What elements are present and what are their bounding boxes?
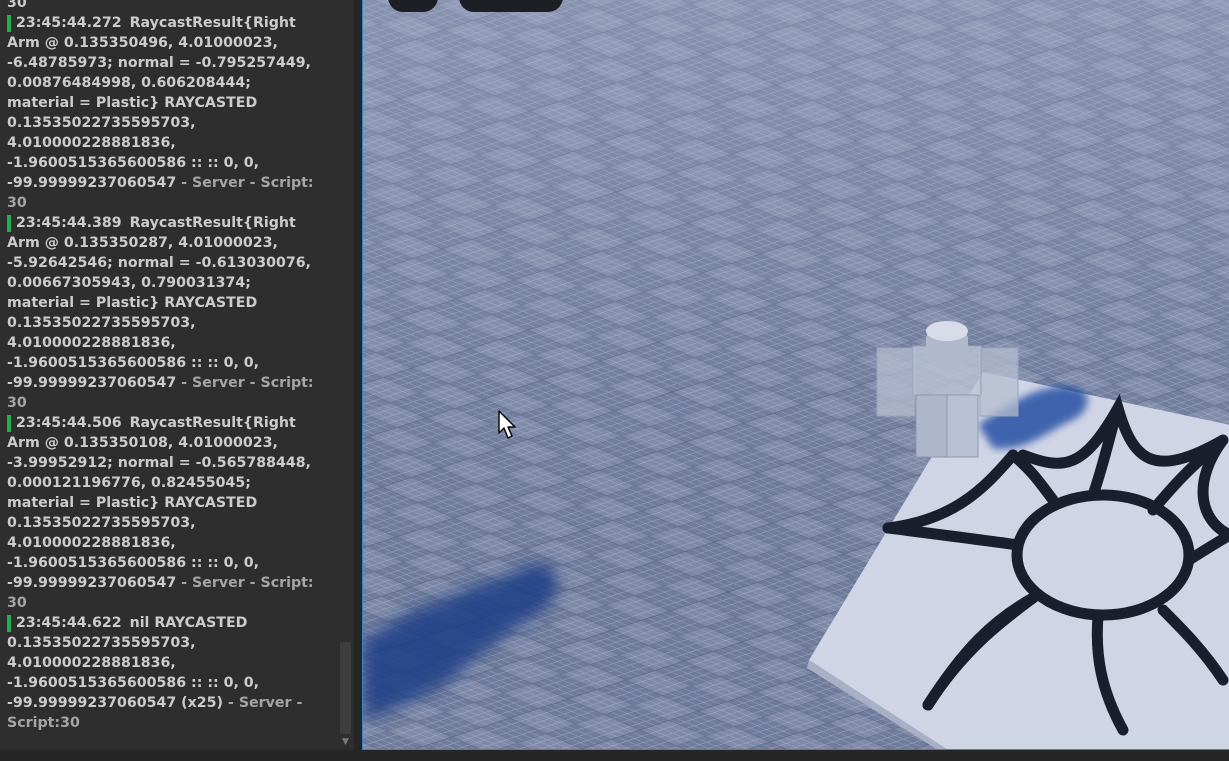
message-type-bar	[7, 415, 11, 432]
status-strip	[0, 750, 1229, 761]
panel-splitter[interactable]	[354, 0, 362, 761]
viewport-toolbar-group[interactable]	[459, 0, 563, 12]
message-source-line: 30	[7, 0, 27, 11]
message-line: 4.010000228881836,	[7, 655, 176, 671]
message-line: 23:45:44.506 RaycastResult{Right	[7, 413, 337, 433]
output-message[interactable]: 23:45:44.272 RaycastResult{Right Arm @ 0.1…	[7, 13, 337, 213]
message-line: 0.00667305943, 0.790031374;	[7, 275, 251, 291]
message-text: RaycastResult{Right	[129, 15, 296, 31]
message-line: -1.9600515365600586 :: :: 0, 0,	[7, 155, 260, 171]
3d-viewport[interactable]	[362, 0, 1229, 750]
message-source[interactable]: Server - Script:	[192, 175, 314, 191]
message-timestamp: 23:45:44.272	[16, 15, 122, 31]
message-separator: -	[176, 575, 193, 591]
message-text: -99.99999237060547	[7, 175, 177, 191]
message-separator: -	[176, 175, 193, 191]
scrollbar-thumb[interactable]	[340, 642, 351, 734]
output-message[interactable]: 23:45:44.506 RaycastResult{Right Arm @ 0.1…	[7, 413, 337, 613]
message-line: 23:45:44.622 nil RAYCASTED	[7, 613, 337, 633]
message-source[interactable]: Server -	[239, 695, 303, 711]
message-line: -3.99952912; normal = -0.565788448,	[7, 455, 311, 471]
message-line: -99.99999237060547 - Server - Script:	[7, 173, 337, 193]
message-line: 0.000121196776, 0.82455045;	[7, 475, 251, 491]
message-line: -99.99999237060547 - Server - Script:	[7, 573, 337, 593]
message-type-bar	[7, 15, 11, 32]
message-source-line[interactable]: Script:30	[7, 713, 337, 733]
message-line: Arm @ 0.135350287, 4.01000023,	[7, 235, 278, 251]
message-line: 0.00876484998, 0.606208444;	[7, 75, 251, 91]
message-line: 0.13535022735595703,	[7, 315, 196, 331]
message-line: 23:45:44.389 RaycastResult{Right	[7, 213, 337, 233]
message-timestamp: 23:45:44.622	[16, 615, 122, 631]
message-type-bar	[7, 615, 11, 632]
message-text: -99.99999237060547	[7, 375, 177, 391]
message-line: 0.13535022735595703,	[7, 635, 196, 651]
chevron-down-icon[interactable]: ▼	[338, 734, 353, 750]
output-message[interactable]: 23:45:44.389 RaycastResult{Right Arm @ 0.1…	[7, 213, 337, 413]
message-line: -1.9600515365600586 :: :: 0, 0,	[7, 555, 260, 571]
message-line: material = Plastic} RAYCASTED	[7, 495, 258, 511]
message-source-line[interactable]: 30	[7, 393, 337, 413]
message-line: material = Plastic} RAYCASTED	[7, 95, 258, 111]
message-text: RaycastResult{Right	[129, 215, 296, 231]
message-line: 4.010000228881836,	[7, 535, 176, 551]
message-line: -1.9600515365600586 :: :: 0, 0,	[7, 355, 260, 371]
viewport-scene[interactable]	[363, 0, 1229, 750]
message-separator: -	[176, 375, 193, 391]
message-line: -5.92642546; normal = -0.613030076,	[7, 255, 311, 271]
message-line: -99.99999237060547 - Server - Script:	[7, 373, 337, 393]
message-line: 4.010000228881836,	[7, 335, 176, 351]
message-line: material = Plastic} RAYCASTED	[7, 295, 258, 311]
message-line: 23:45:44.272 RaycastResult{Right	[7, 13, 337, 33]
message-separator: -	[223, 695, 239, 711]
message-text: RaycastResult{Right	[129, 415, 296, 431]
message-text: -99.99999237060547	[7, 575, 177, 591]
message-line: -1.9600515365600586 :: :: 0, 0,	[7, 675, 260, 691]
message-source[interactable]: Server - Script:	[192, 575, 314, 591]
message-timestamp: 23:45:44.389	[16, 215, 122, 231]
output-message[interactable]: 23:45:44.622 nil RAYCASTED 0.1353502273559…	[7, 613, 337, 733]
message-source[interactable]: Server - Script:	[192, 375, 314, 391]
message-line: 0.13535022735595703,	[7, 115, 196, 131]
message-type-bar	[7, 215, 11, 232]
message-text: -99.99999237060547 (x25)	[7, 695, 224, 711]
message-text: nil RAYCASTED	[129, 615, 248, 631]
output-log: 30 23:45:44.272 RaycastResult{Right Arm @ …	[7, 0, 337, 733]
message-line: -6.48785973; normal = -0.795257449,	[7, 55, 311, 71]
message-line: 4.010000228881836,	[7, 135, 176, 151]
message-timestamp: 23:45:44.506	[16, 415, 122, 431]
message-source-line[interactable]: 30	[7, 593, 337, 613]
output-message-tail: 30	[7, 0, 337, 13]
output-scrollbar[interactable]: ▼	[338, 0, 353, 750]
message-source-line[interactable]: 30	[7, 193, 337, 213]
message-line: 0.13535022735595703,	[7, 515, 196, 531]
message-line: Arm @ 0.135350496, 4.01000023,	[7, 35, 278, 51]
output-panel[interactable]: 30 23:45:44.272 RaycastResult{Right Arm @ …	[0, 0, 354, 750]
message-line: -99.99999237060547 (x25) - Server -	[7, 693, 337, 713]
message-line: Arm @ 0.135350108, 4.01000023,	[7, 435, 278, 451]
